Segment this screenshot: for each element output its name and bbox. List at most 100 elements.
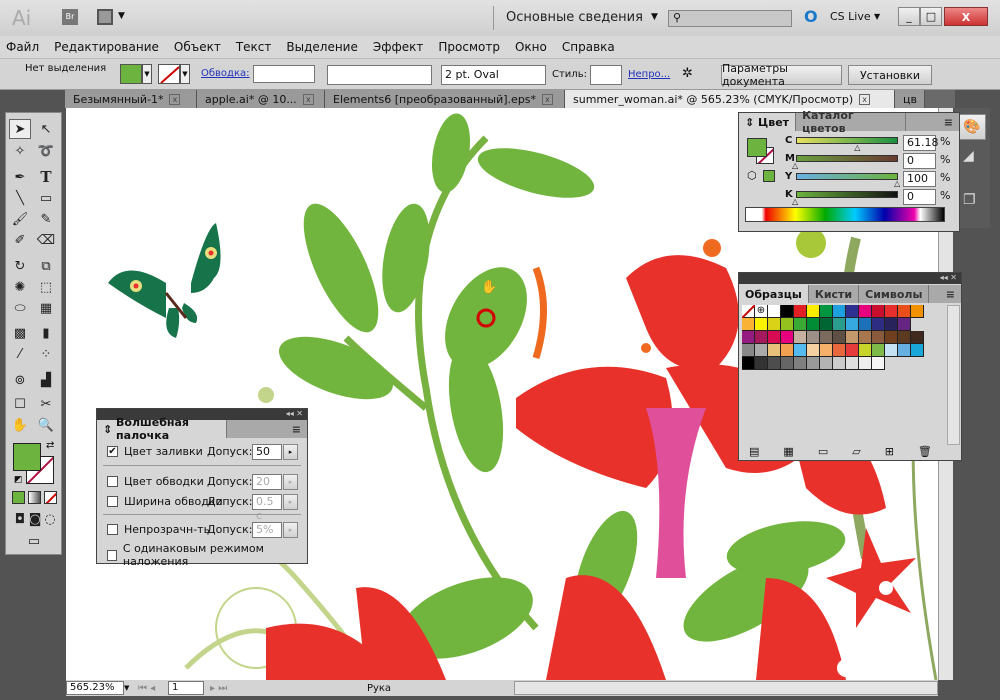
arrange-documents-button[interactable] — [97, 9, 113, 25]
color-swatch[interactable] — [872, 331, 885, 344]
color-swatch[interactable] — [859, 331, 872, 344]
panel-collapse-close[interactable]: ◂◂ ✕ — [739, 273, 961, 284]
fill-swatch[interactable] — [747, 138, 767, 157]
color-spectrum[interactable] — [745, 207, 945, 222]
swatches-scrollbar[interactable] — [947, 305, 960, 445]
close-button[interactable]: X — [944, 7, 988, 26]
next-last-artboard[interactable]: ▸ ⏭ — [204, 683, 244, 694]
menu-effect[interactable]: Эффект — [373, 40, 424, 54]
tolerance-stepper[interactable]: ▸ — [283, 522, 298, 538]
color-swatch[interactable] — [898, 344, 911, 357]
shape-builder-tool-icon[interactable]: ⬭ — [9, 298, 31, 318]
color-swatch[interactable] — [755, 344, 768, 357]
color-swatch[interactable] — [794, 305, 807, 318]
channel-slider[interactable] — [796, 173, 898, 180]
channel-value-input[interactable]: 100 — [903, 171, 936, 187]
color-swatch[interactable] — [898, 331, 911, 344]
magic-wand-option[interactable]: Непрозрачн-ть — [107, 523, 210, 536]
fill-dropdown[interactable]: ▼ — [142, 64, 152, 84]
pen-tool-icon[interactable]: ✒ — [9, 167, 31, 187]
channel-value-input[interactable]: 61.18 — [903, 135, 939, 151]
tolerance-stepper[interactable]: ▸ — [283, 444, 298, 460]
slider-thumb[interactable]: △ — [792, 197, 798, 206]
color-swatch[interactable] — [859, 357, 872, 370]
menu-type[interactable]: Текст — [236, 40, 272, 54]
registration-swatch[interactable]: ⊕ — [755, 305, 768, 318]
color-swatch[interactable] — [898, 305, 911, 318]
maximize-button[interactable]: □ — [920, 7, 942, 26]
minimize-button[interactable]: _ — [898, 7, 920, 26]
fill-color-swatch[interactable] — [120, 64, 142, 84]
color-swatch[interactable] — [833, 318, 846, 331]
color-swatch[interactable] — [768, 357, 781, 370]
hand-tool-icon[interactable]: ✋ — [9, 415, 31, 435]
color-swatch[interactable] — [859, 305, 872, 318]
transparency-panel-icon[interactable]: ❐ — [963, 192, 976, 208]
color-swatch[interactable] — [807, 357, 820, 370]
color-swatch[interactable] — [846, 318, 859, 331]
color-swatch[interactable] — [781, 331, 794, 344]
tolerance-input[interactable]: 5% — [252, 522, 282, 538]
color-mode-button[interactable] — [12, 491, 25, 504]
tab-untitled[interactable]: Безымянный-1* x — [65, 90, 197, 108]
close-icon[interactable]: x — [859, 93, 871, 105]
color-swatch[interactable] — [807, 305, 820, 318]
artboard-number-input[interactable]: 1 — [168, 681, 204, 695]
eyedropper-tool-icon[interactable]: ⁄ — [9, 344, 31, 364]
color-swatch[interactable] — [833, 305, 846, 318]
color-swatch[interactable] — [820, 318, 833, 331]
show-kinds-icon[interactable]: ▦ — [783, 445, 793, 458]
color-swatch[interactable] — [755, 357, 768, 370]
mesh-tool-icon[interactable]: ▩ — [9, 323, 31, 343]
color-swatch[interactable] — [859, 318, 872, 331]
stroke-dropdown[interactable]: ▼ — [180, 64, 190, 84]
color-swatch[interactable] — [807, 331, 820, 344]
color-swatch[interactable] — [911, 331, 924, 344]
artboard-tool-icon[interactable]: ☐ — [9, 394, 31, 414]
slider-thumb[interactable]: △ — [894, 179, 900, 188]
swap-colors-icon[interactable]: ⇄ — [46, 440, 54, 451]
channel-value-input[interactable]: 0 — [903, 189, 936, 205]
color-swatch[interactable] — [885, 305, 898, 318]
color-swatch[interactable] — [820, 305, 833, 318]
color-swatch[interactable] — [820, 357, 833, 370]
tolerance-input[interactable]: 50 — [252, 444, 282, 460]
channel-slider[interactable] — [796, 137, 898, 144]
color-swatch[interactable] — [833, 357, 846, 370]
color-swatch[interactable] — [885, 331, 898, 344]
color-swatch[interactable] — [885, 318, 898, 331]
menu-object[interactable]: Объект — [174, 40, 221, 54]
tolerance-stepper[interactable]: ▸ — [283, 494, 298, 510]
stroke-color-swatch[interactable] — [158, 64, 180, 84]
close-icon[interactable]: x — [302, 93, 314, 105]
type-tool-icon[interactable]: T — [35, 167, 57, 187]
color-swatch[interactable] — [820, 331, 833, 344]
color-swatch[interactable] — [742, 344, 755, 357]
color-swatch[interactable] — [742, 331, 755, 344]
pencil-tool-icon[interactable]: ✎ — [35, 209, 57, 229]
opacity-link[interactable]: Непро... — [628, 69, 670, 80]
magic-wand-option[interactable]: ✔ Цвет заливки — [107, 445, 203, 458]
checkbox[interactable] — [107, 496, 118, 507]
rectangle-tool-icon[interactable]: ▭ — [35, 188, 57, 208]
swatch-options-icon[interactable]: ▭ — [818, 445, 828, 458]
color-swatch[interactable] — [846, 331, 859, 344]
magic-wand-option[interactable]: Ширина обводки — [107, 495, 223, 508]
menu-help[interactable]: Справка — [562, 40, 615, 54]
graphic-style-select[interactable] — [590, 65, 622, 85]
magic-wand-option[interactable]: Цвет обводки — [107, 475, 204, 488]
blob-brush-tool-icon[interactable]: ✐ — [9, 230, 31, 250]
free-transform-tool-icon[interactable]: ⬚ — [35, 277, 57, 297]
recolor-artwork-icon[interactable]: ✲ — [682, 66, 693, 81]
tab-magic-wand[interactable]: ⇕ Волшебная палочка — [97, 416, 227, 442]
color-swatch[interactable] — [781, 357, 794, 370]
color-swatch[interactable] — [872, 305, 885, 318]
color-swatch[interactable] — [781, 344, 794, 357]
color-swatch[interactable] — [768, 344, 781, 357]
checkbox[interactable]: ✔ — [107, 446, 118, 457]
search-input[interactable]: ⚲ — [668, 10, 792, 27]
color-swatch[interactable] — [768, 318, 781, 331]
same-blend-mode-option[interactable]: С одинаковым режимом наложения — [107, 542, 307, 568]
symbol-sprayer-tool-icon[interactable]: ⊚ — [9, 370, 31, 390]
color-swatch[interactable] — [755, 318, 768, 331]
